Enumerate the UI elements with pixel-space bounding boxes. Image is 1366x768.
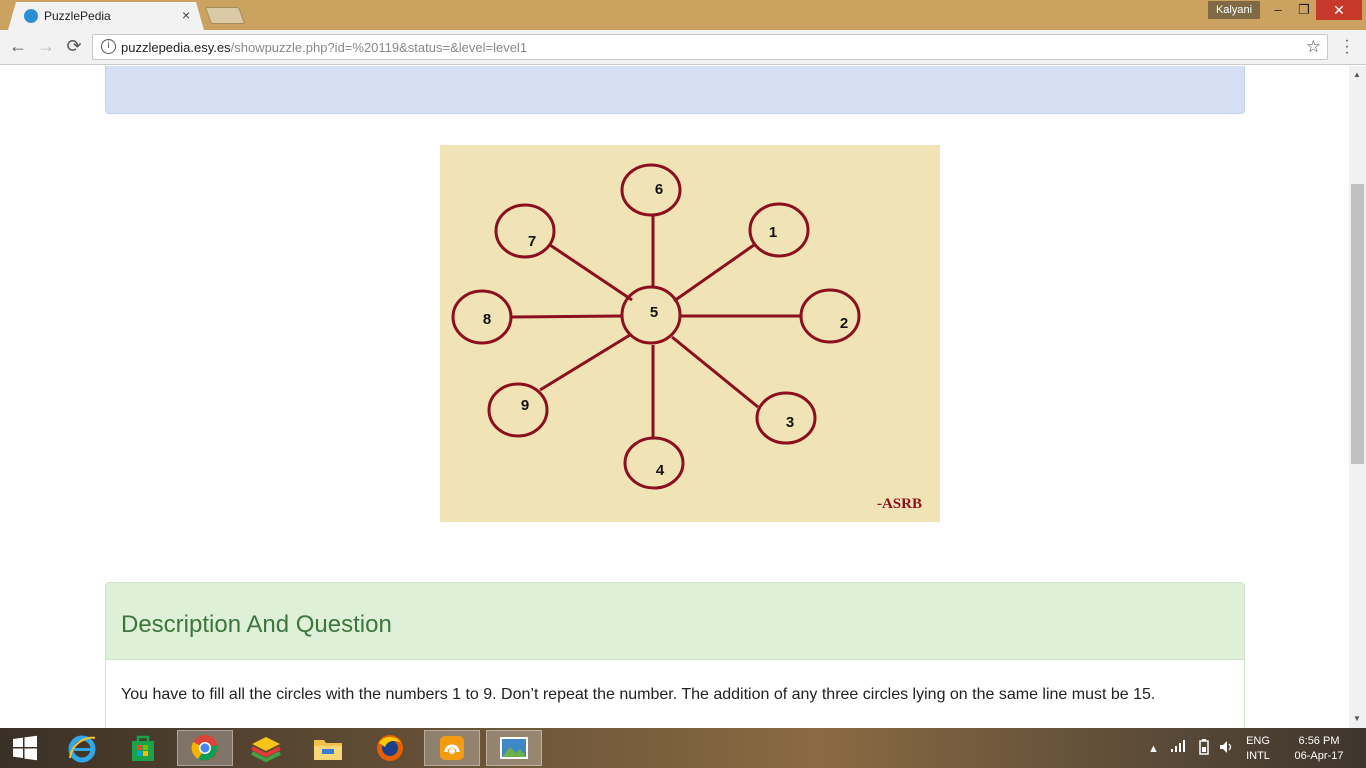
connector-lines <box>511 216 800 438</box>
description-panel-header: Description And Question <box>106 583 1244 660</box>
minimize-button[interactable]: – <box>1266 0 1290 20</box>
volume-icon[interactable] <box>1218 739 1234 760</box>
photos-app-icon[interactable] <box>486 730 542 766</box>
tab-title: PuzzlePedia <box>44 9 111 23</box>
clock-time: 6:56 PM <box>1298 735 1340 747</box>
battery-icon[interactable] <box>1198 739 1210 760</box>
description-text: You have to fill all the circles with th… <box>121 686 1156 703</box>
bluestacks-icon[interactable] <box>238 730 294 766</box>
circle-number-right: 2 <box>840 315 848 332</box>
url-text[interactable]: puzzlepedia.esy.es/showpuzzle.php?id=%20… <box>121 40 527 55</box>
keyboard-layout: INTL <box>1246 750 1270 762</box>
author-signature: -ASRB <box>877 496 922 512</box>
tab-close-icon[interactable]: × <box>182 7 190 23</box>
circle-bottom <box>623 436 685 490</box>
puzzle-image: 5 6 1 2 3 4 9 8 7 -ASRB <box>440 145 940 522</box>
network-signal-icon[interactable] <box>1170 739 1186 758</box>
site-info-icon[interactable]: i <box>101 39 116 54</box>
description-heading: Description And Question <box>121 611 392 638</box>
circle-right <box>799 288 861 344</box>
start-button[interactable] <box>0 730 50 766</box>
clock-date: 06-Apr-17 <box>1294 750 1344 762</box>
window-close-button[interactable]: ✕ <box>1316 0 1362 20</box>
browser-menu-icon[interactable]: · · · <box>1342 33 1352 61</box>
number-circles <box>451 163 861 490</box>
internet-explorer-icon[interactable] <box>54 730 110 766</box>
title-bar: PuzzlePedia × Kalyani – ❐ ✕ <box>0 0 1366 30</box>
restore-button[interactable]: ❐ <box>1292 0 1316 20</box>
windows-logo-icon <box>13 735 37 761</box>
language-code: ENG <box>1246 735 1270 747</box>
circle-top-right <box>748 202 810 258</box>
circle-number-left: 8 <box>483 311 491 328</box>
description-panel: Description And Question You have to fil… <box>105 582 1245 728</box>
bookmark-star-icon[interactable]: ☆ <box>1306 37 1321 57</box>
forward-button[interactable]: → <box>35 36 57 57</box>
circle-bottom-left <box>487 382 549 438</box>
uc-browser-icon[interactable] <box>424 730 480 766</box>
circle-top <box>620 163 682 217</box>
profile-user-button[interactable]: Kalyani <box>1208 1 1260 19</box>
input-language-indicator[interactable]: ENG INTL <box>1242 734 1274 764</box>
url-host: puzzlepedia.esy.es <box>121 40 231 55</box>
show-hidden-icons-icon[interactable]: ▲ <box>1148 742 1159 757</box>
circle-number-top-right: 1 <box>769 224 777 241</box>
scroll-up-icon[interactable]: ▲ <box>1353 70 1361 79</box>
circle-number-top-left: 7 <box>528 233 536 250</box>
tab-puzzlepedia[interactable]: PuzzlePedia × <box>8 2 204 30</box>
circle-number-center: 5 <box>650 304 658 321</box>
firefox-icon[interactable] <box>362 730 418 766</box>
scrollbar-thumb[interactable] <box>1351 184 1364 464</box>
star-circles-diagram: 5 6 1 2 3 4 9 8 7 -ASRB <box>451 163 922 512</box>
new-tab-button[interactable] <box>204 7 246 24</box>
windows-taskbar: ▲ ENG INTL 6:56 PM 06-Apr-17 <box>0 728 1366 768</box>
puzzle-info-panel <box>105 66 1245 114</box>
reload-button[interactable]: ⟳ <box>63 36 85 57</box>
puzzlepedia-favicon-icon <box>24 9 38 23</box>
windows-store-icon[interactable] <box>115 730 171 766</box>
circle-number-bottom-left: 9 <box>521 397 529 414</box>
chrome-taskbar-icon[interactable] <box>177 730 233 766</box>
circle-number-top: 6 <box>655 181 663 198</box>
circle-number-bottom-right: 3 <box>786 414 794 431</box>
circle-number-bottom: 4 <box>656 462 665 479</box>
system-clock[interactable]: 6:56 PM 06-Apr-17 <box>1286 734 1352 764</box>
file-explorer-icon[interactable] <box>300 730 356 766</box>
url-path: /showpuzzle.php?id=%20119&status=&level=… <box>230 40 528 55</box>
back-button[interactable]: ← <box>7 36 29 57</box>
browser-toolbar: ← → ⟳ i puzzlepedia.esy.es/showpuzzle.ph… <box>0 30 1366 65</box>
address-bar[interactable]: i puzzlepedia.esy.es/showpuzzle.php?id=%… <box>92 34 1328 60</box>
scroll-down-icon[interactable]: ▼ <box>1353 714 1361 723</box>
circle-top-left <box>494 203 556 259</box>
page-content: 5 6 1 2 3 4 9 8 7 -ASRB Description And … <box>0 66 1349 728</box>
page-scrollbar[interactable]: ▲ ▼ <box>1349 66 1366 728</box>
